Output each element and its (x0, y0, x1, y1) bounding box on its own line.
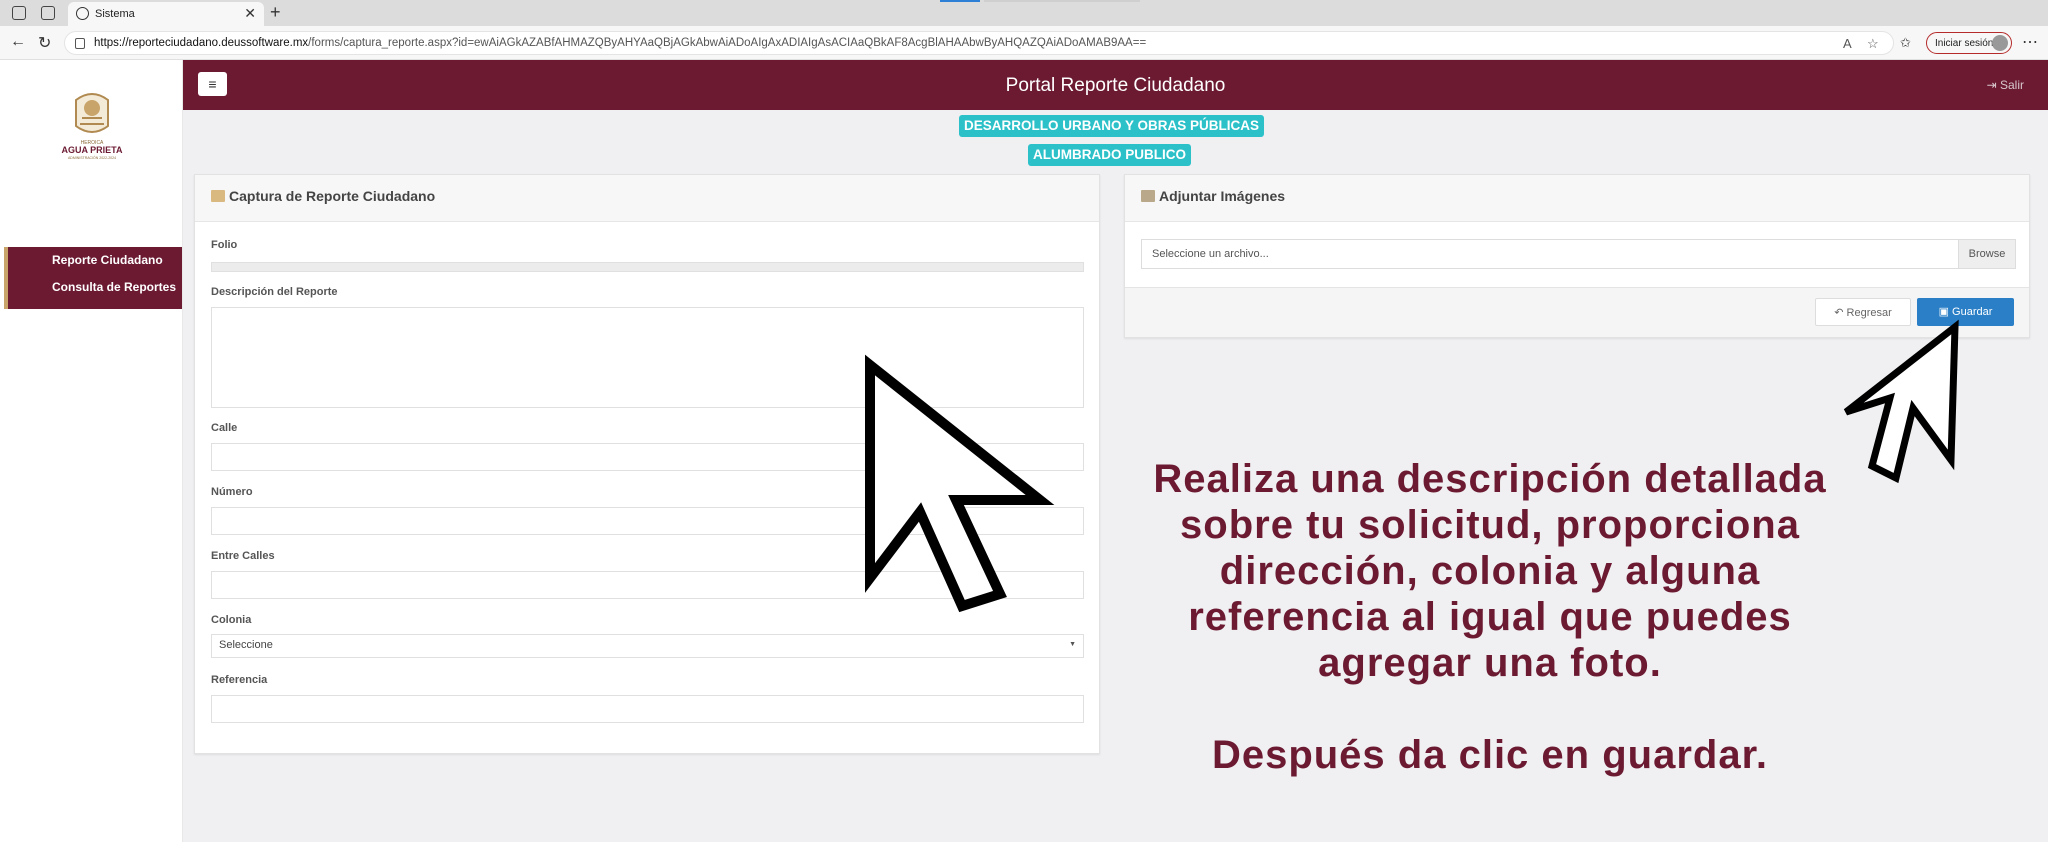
image-icon (1141, 190, 1155, 202)
colony-label: Colonia (211, 614, 252, 626)
between-streets-label: Entre Calles (211, 550, 275, 562)
attach-images-panel: Adjuntar Imágenes Seleccione un archivo.… (1124, 174, 2030, 338)
reply-icon: ↶ (1834, 307, 1847, 319)
globe-icon (76, 7, 89, 20)
between-streets-input[interactable] (211, 571, 1084, 599)
sidebar-item-reporte-ciudadano[interactable]: Reporte Ciudadano (8, 247, 182, 274)
description-label: Descripción del Reporte (211, 286, 338, 298)
save-button[interactable]: ▣ Guardar (1917, 298, 2014, 326)
number-label: Número (211, 486, 253, 498)
back-button[interactable]: ↶ Regresar (1815, 298, 1911, 326)
svg-text:AGUA PRIETA: AGUA PRIETA (61, 145, 123, 155)
address-bar: ← ↻ https://reporteciudadano.deussoftwar… (0, 26, 2048, 60)
logout-icon: ⇥ (1986, 78, 2000, 92)
url-text: https://reporteciudadano.deussoftware.mx… (94, 37, 1147, 49)
reference-input[interactable] (211, 695, 1084, 723)
instruction-final-line: Después da clic en guardar. (1211, 733, 1769, 777)
number-input[interactable] (211, 507, 1084, 535)
browse-button[interactable]: Browse (1958, 240, 2015, 268)
report-form-header: Captura de Reporte Ciudadano (195, 175, 1099, 222)
sidebar: HEROICA AGUA PRIETA ADMINISTRACIÓN 2022-… (0, 60, 183, 842)
favorite-star-icon[interactable]: ☆ (1867, 36, 1879, 52)
browser-tab[interactable]: Sistema ✕ (68, 2, 264, 26)
lock-icon (75, 38, 85, 49)
panel-footer: ↶ Regresar ▣ Guardar (1125, 287, 2029, 337)
favorites-icon[interactable]: ✩ (1900, 35, 1911, 51)
more-menu-icon[interactable]: ⋯ (2022, 32, 2038, 52)
agua-prieta-logo: HEROICA AGUA PRIETA ADMINISTRACIÓN 2022-… (61, 93, 123, 160)
attach-images-title: Adjuntar Imágenes (1159, 188, 1286, 204)
floppy-disk-icon: ▣ (1938, 306, 1953, 318)
page-title: Portal Reporte Ciudadano (1005, 75, 1226, 96)
colony-selected-value: Seleccione (219, 639, 273, 651)
signin-button[interactable]: Iniciar sesión (1926, 32, 2012, 54)
logout-label: Salir (1999, 78, 2024, 92)
instruction-text: Realiza una descripción detallada sobre … (1100, 456, 1880, 778)
reference-label: Referencia (211, 674, 268, 686)
sidebar-item-consulta-reportes[interactable]: Consulta de Reportes (8, 274, 182, 301)
back-icon[interactable]: ← (10, 33, 26, 51)
report-form-title: Captura de Reporte Ciudadano (229, 188, 436, 204)
logout-button[interactable]: ⇥ Salir (1987, 78, 2024, 92)
instruction-line: referencia al igual que puedes (1188, 595, 1792, 639)
instruction-line: agregar una foto. (1318, 641, 1662, 685)
department-badge: DESARROLLO URBANO Y OBRAS PÚBLICAS (959, 115, 1265, 137)
avatar (1992, 35, 2008, 51)
colony-select[interactable]: Seleccione ▼ (211, 634, 1084, 658)
read-aloud-icon[interactable]: A (1843, 36, 1852, 51)
file-placeholder: Seleccione un archivo... (1152, 248, 1269, 260)
folio-field (211, 262, 1084, 272)
instruction-line: sobre tu solicitud, proporciona (1180, 503, 1800, 547)
signin-label: Iniciar sesión (1935, 38, 1994, 49)
sidebar-menu: Reporte Ciudadano Consulta de Reportes (4, 247, 182, 309)
chevron-down-icon: ▼ (1069, 641, 1076, 648)
app-header: ≡ Portal Reporte Ciudadano ⇥ Salir (183, 60, 2048, 110)
service-badge: ALUMBRADO PUBLICO (1028, 144, 1191, 166)
street-input[interactable] (211, 443, 1084, 471)
instruction-line: Realiza una descripción detallada (1153, 457, 1827, 501)
close-tab-icon[interactable]: ✕ (244, 5, 256, 22)
street-label: Calle (211, 422, 238, 434)
tab-actions-icon[interactable] (41, 6, 55, 20)
description-textarea[interactable] (211, 307, 1084, 408)
top-strip (940, 0, 980, 2)
refresh-icon[interactable]: ↻ (38, 33, 51, 53)
back-label: Regresar (1846, 307, 1892, 319)
top-strip-secondary (984, 0, 1140, 2)
workspaces-icon[interactable] (12, 6, 26, 20)
tab-title: Sistema (95, 8, 135, 20)
attach-images-header: Adjuntar Imágenes (1125, 175, 2029, 222)
save-label: Guardar (1952, 306, 1993, 318)
url-field[interactable]: https://reporteciudadano.deussoftware.mx… (64, 31, 1894, 55)
folio-label: Folio (211, 239, 238, 251)
report-form-panel: Captura de Reporte Ciudadano Folio Descr… (194, 174, 1100, 754)
form-icon (211, 190, 225, 202)
file-input[interactable]: Seleccione un archivo... Browse (1141, 239, 2016, 269)
new-tab-icon[interactable]: + (270, 2, 281, 23)
instruction-line: dirección, colonia y alguna (1219, 549, 1761, 593)
browser-tab-bar: Sistema ✕ + (0, 0, 2048, 26)
svg-text:ADMINISTRACIÓN 2022-2024: ADMINISTRACIÓN 2022-2024 (68, 155, 116, 160)
